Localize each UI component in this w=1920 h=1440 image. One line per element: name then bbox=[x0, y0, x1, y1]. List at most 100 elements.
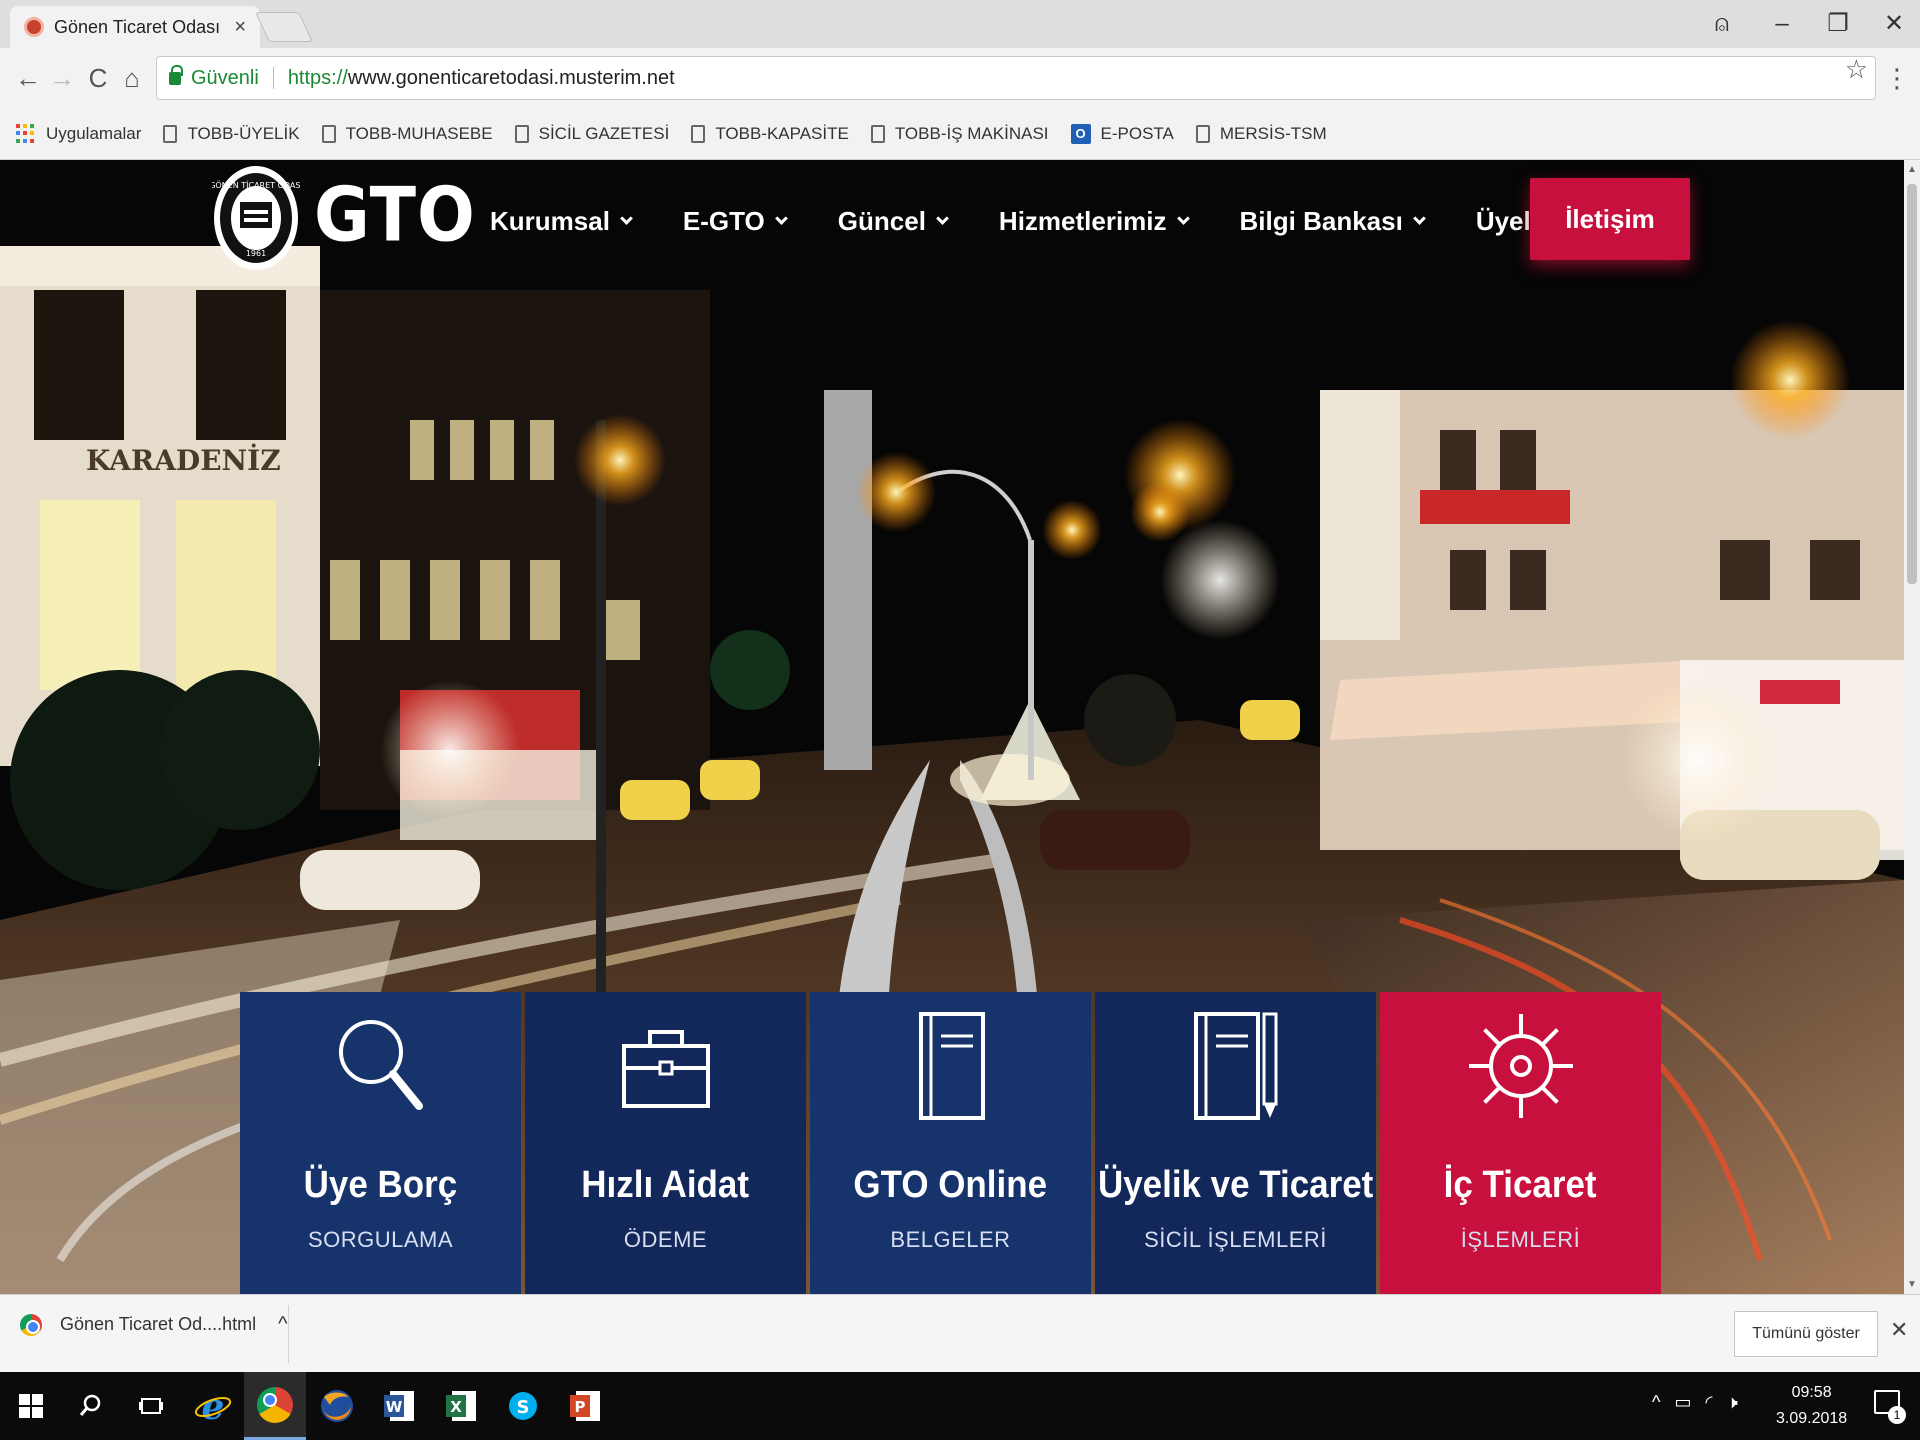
tile-subtitle: ÖDEME bbox=[623, 1227, 708, 1252]
bookmark-sicil-gazetesi[interactable]: SİCİL GAZETESİ bbox=[514, 123, 670, 144]
forward-button[interactable]: → bbox=[44, 60, 80, 96]
word-icon[interactable]: W bbox=[368, 1372, 430, 1440]
tile-title: Hızlı Aidat bbox=[581, 1164, 750, 1206]
bookmark-apps[interactable]: Uygulamalar bbox=[16, 123, 142, 144]
bookmark-label: Uygulamalar bbox=[46, 123, 142, 143]
logo-text: GTO bbox=[314, 171, 476, 259]
close-download-bar-icon[interactable]: ✕ bbox=[1890, 1317, 1908, 1343]
chevron-down-icon bbox=[936, 212, 949, 225]
clock-time: 09:58 bbox=[1791, 1384, 1832, 1401]
bookmark-label: TOBB-MUHASEBE bbox=[345, 123, 493, 143]
scroll-up-icon[interactable]: ▲ bbox=[1906, 164, 1918, 175]
tile-ic-ticaret[interactable]: İç Ticaret İŞLEMLERİ bbox=[1380, 992, 1661, 1294]
speaker-icon[interactable]: 🕨 bbox=[1726, 1392, 1737, 1413]
browser-tab[interactable]: Gönen Ticaret Odası × bbox=[10, 6, 260, 48]
notebook-pen-icon bbox=[1193, 1012, 1277, 1120]
chrome-file-icon bbox=[20, 1313, 42, 1336]
svg-text:S: S bbox=[517, 1397, 530, 1418]
system-tray: ^ ▭ ◜ 🕨 bbox=[1652, 1392, 1738, 1413]
briefcase-icon bbox=[621, 1030, 710, 1108]
tile-uye-borc[interactable]: Üye Borç SORGULAMA bbox=[240, 992, 521, 1294]
reload-button[interactable]: C bbox=[80, 60, 116, 96]
download-expand-icon[interactable]: ^ bbox=[278, 1313, 287, 1336]
security-label: Güvenli bbox=[191, 66, 259, 89]
page-icon bbox=[870, 124, 885, 143]
tile-uyelik-ve-ticaret[interactable]: Üyelik ve Ticaret SİCİL İŞLEMLERİ bbox=[1095, 992, 1376, 1294]
bookmark-star-icon[interactable]: ☆ bbox=[1845, 54, 1868, 85]
wifi-icon[interactable]: ◜ bbox=[1705, 1392, 1712, 1413]
show-all-downloads-button[interactable]: Tümünü göster bbox=[1734, 1311, 1878, 1357]
gto-seal-icon: GÖNEN TİCARET ODASI 1961 bbox=[212, 166, 300, 270]
internet-explorer-icon[interactable]: e bbox=[182, 1372, 244, 1440]
tile-subtitle: SİCİL İŞLEMLERİ bbox=[1144, 1227, 1327, 1252]
bookmark-e-posta[interactable]: O E-POSTA bbox=[1070, 123, 1174, 144]
bookmark-tobb-muhasebe[interactable]: TOBB-MUHASEBE bbox=[321, 123, 493, 144]
tile-hizli-aidat[interactable]: Hızlı Aidat ÖDEME bbox=[525, 992, 806, 1294]
service-tiles: Üye Borç SORGULAMA Hızlı Aidat ÖDEME GTO… bbox=[240, 992, 1661, 1294]
page-icon bbox=[514, 124, 529, 143]
tile-title: Üye Borç bbox=[303, 1164, 458, 1206]
minimize-button[interactable]: – bbox=[1762, 6, 1802, 42]
browser-toolbar: ← → C ⌂ Güvenli https:// www.gonenticare… bbox=[0, 48, 1920, 108]
nav-item-hizmetlerimiz[interactable]: Hizmetlerimiz bbox=[998, 206, 1190, 237]
skype-icon[interactable]: S bbox=[492, 1372, 554, 1440]
nav-item-label: Kurumsal bbox=[490, 206, 610, 236]
tile-subtitle: BELGELER bbox=[890, 1227, 1011, 1252]
bookmark-mersis-tsm[interactable]: MERSİS-TSM bbox=[1195, 123, 1327, 144]
windows-start-icon[interactable] bbox=[0, 1372, 62, 1440]
taskbar-clock[interactable]: 09:58 3.09.2018 bbox=[1776, 1380, 1847, 1432]
tile-subtitle: İŞLEMLERİ bbox=[1460, 1227, 1581, 1252]
nav-item-label: Hizmetlerimiz bbox=[998, 206, 1167, 236]
book-icon bbox=[918, 1012, 985, 1120]
search-icon[interactable] bbox=[60, 1372, 122, 1440]
new-tab-button[interactable] bbox=[255, 12, 313, 42]
close-window-button[interactable]: ✕ bbox=[1874, 6, 1914, 42]
bookmark-label: MERSİS-TSM bbox=[1219, 123, 1327, 143]
chevron-down-icon bbox=[774, 212, 788, 225]
page-viewport: KARADENİZ GÖNEN TİCARET ODASI 1961 GTO K… bbox=[0, 160, 1920, 1294]
tab-close-icon[interactable]: × bbox=[234, 16, 246, 39]
chrome-taskbar-icon[interactable] bbox=[244, 1372, 306, 1440]
bookmark-tobb-uyelik[interactable]: TOBB-ÜYELİK bbox=[163, 123, 300, 144]
nav-item-kurumsal[interactable]: Kurumsal bbox=[490, 206, 633, 237]
home-button[interactable]: ⌂ bbox=[114, 60, 150, 96]
chevron-down-icon bbox=[1176, 212, 1190, 225]
download-item[interactable]: Gönen Ticaret Od....html ^ bbox=[20, 1313, 287, 1336]
svg-text:X: X bbox=[450, 1398, 462, 1416]
bookmark-label: SİCİL GAZETESİ bbox=[538, 123, 670, 143]
scroll-down-icon[interactable]: ▼ bbox=[1906, 1279, 1918, 1290]
bookmark-tobb-kapasite[interactable]: TOBB-KAPASİTE bbox=[691, 124, 849, 144]
page-scrollbar[interactable]: ▲ ▼ bbox=[1904, 160, 1920, 1294]
contact-button[interactable]: İletişim bbox=[1530, 178, 1690, 260]
bookmark-label: TOBB-ÜYELİK bbox=[187, 123, 300, 143]
browser-menu-icon[interactable]: ⋮ bbox=[1884, 60, 1910, 96]
battery-icon[interactable]: ▭ bbox=[1674, 1392, 1691, 1413]
site-favicon-icon bbox=[24, 17, 44, 37]
tray-chevron-icon[interactable]: ^ bbox=[1652, 1392, 1660, 1413]
account-icon[interactable]: ⍝ bbox=[1702, 6, 1742, 42]
tile-title: İç Ticaret bbox=[1444, 1164, 1597, 1206]
scrollbar-thumb[interactable] bbox=[1907, 184, 1917, 584]
url-host: www.gonenticaretodasi.musterim.net bbox=[347, 66, 675, 89]
task-view-icon[interactable] bbox=[120, 1372, 182, 1440]
bookmark-label: TOBB-İŞ MAKİNASI bbox=[894, 123, 1049, 143]
bookmark-tobb-is-makinasi[interactable]: TOBB-İŞ MAKİNASI bbox=[870, 123, 1049, 144]
download-file-name: Gönen Ticaret Od....html bbox=[60, 1314, 257, 1334]
nav-item-label: Bilgi Bankası bbox=[1239, 206, 1403, 236]
excel-icon[interactable]: X bbox=[430, 1372, 492, 1440]
powerpoint-icon[interactable]: P bbox=[554, 1372, 616, 1440]
tab-title: Gönen Ticaret Odası bbox=[54, 16, 221, 37]
firefox-icon[interactable] bbox=[306, 1372, 368, 1440]
nav-item-guncel[interactable]: Güncel bbox=[838, 206, 949, 237]
apps-grid-icon bbox=[16, 123, 36, 144]
tile-subtitle: SORGULAMA bbox=[307, 1227, 454, 1252]
tile-title: GTO Online bbox=[853, 1164, 1048, 1206]
tile-gto-online[interactable]: GTO Online BELGELER bbox=[810, 992, 1091, 1294]
address-bar[interactable]: Güvenli https:// www.gonenticaretodasi.m… bbox=[156, 56, 1876, 100]
restore-button[interactable]: ❐ bbox=[1818, 6, 1858, 42]
nav-item-e-gto[interactable]: E-GTO bbox=[683, 206, 788, 237]
back-button[interactable]: ← bbox=[10, 60, 46, 96]
nav-item-bilgi-bankasi[interactable]: Bilgi Bankası bbox=[1239, 206, 1426, 237]
site-logo[interactable]: GÖNEN TİCARET ODASI 1961 GTO bbox=[212, 160, 476, 270]
page-icon bbox=[321, 124, 336, 143]
